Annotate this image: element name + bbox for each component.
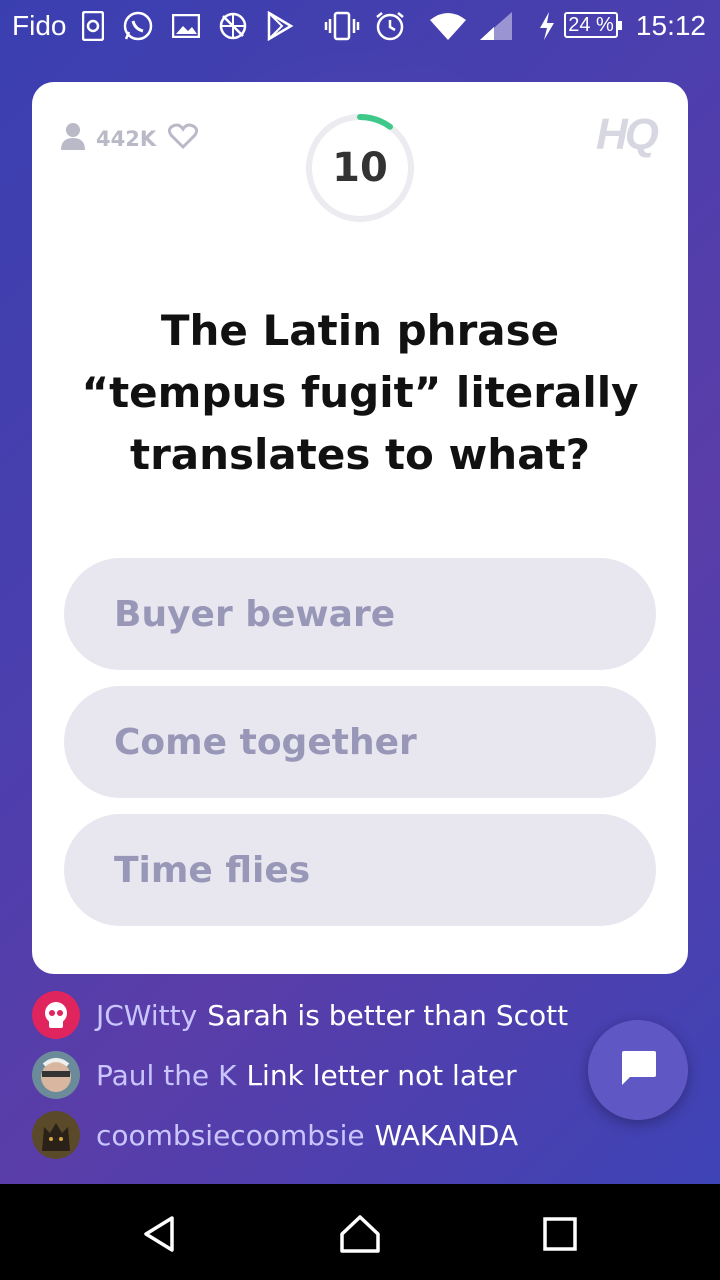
- home-icon: [340, 1215, 380, 1253]
- avatar: [32, 1051, 80, 1099]
- carrier-name: Fido: [12, 10, 67, 41]
- no-data-icon: [218, 10, 248, 42]
- question-card: 442K 10 HQ The Latin phrase “tempus fugi…: [32, 82, 688, 974]
- battery-indicator: 24 %: [564, 12, 622, 38]
- chat-text: Sarah is better than Scott: [207, 998, 569, 1032]
- chat-username: JCWitty: [96, 998, 198, 1032]
- answer-label: Come together: [114, 721, 417, 763]
- navigation-bar: [0, 1184, 720, 1280]
- vibrate-icon: [324, 10, 360, 42]
- chat-message: coombsiecoombsie WAKANDA: [32, 1110, 518, 1160]
- answer-label: Time flies: [114, 849, 311, 891]
- whatsapp-icon: [122, 10, 154, 42]
- chat-bubble-icon: [618, 1049, 658, 1091]
- answer-option-2[interactable]: Come together: [64, 686, 656, 798]
- answer-option-1[interactable]: Buyer beware: [64, 558, 656, 670]
- answer-label: Buyer beware: [114, 593, 396, 635]
- recents-icon: [543, 1217, 577, 1251]
- image-icon: [172, 10, 200, 42]
- clock: 15:12: [635, 10, 706, 41]
- question-text: The Latin phrase “tempus fugit” literall…: [81, 306, 639, 479]
- play-store-icon: [266, 10, 294, 42]
- sync-icon: [82, 10, 104, 42]
- chat-message: JCWitty Sarah is better than Scott: [32, 990, 568, 1040]
- charging-icon: [538, 10, 556, 42]
- status-bar: Fido 24 % 15:12: [0, 0, 720, 52]
- viewer-counter: 442K: [60, 122, 199, 155]
- countdown-timer: 10: [304, 112, 416, 224]
- wifi-icon: [428, 10, 468, 42]
- avatar: [32, 1111, 80, 1159]
- recents-button[interactable]: [530, 1204, 590, 1264]
- chat-text: WAKANDA: [374, 1118, 519, 1152]
- battery-level: 24 %: [568, 13, 614, 36]
- back-button[interactable]: [130, 1204, 190, 1264]
- heart-icon[interactable]: [168, 123, 199, 154]
- home-button[interactable]: [330, 1204, 390, 1264]
- viewer-count: 442K: [96, 126, 157, 151]
- chat-text: Link letter not later: [246, 1058, 517, 1092]
- skull-avatar-icon: [32, 991, 80, 1039]
- hq-logo: HQ: [596, 110, 659, 159]
- chat-message: Paul the K Link letter not later: [32, 1050, 517, 1100]
- person-icon: [60, 122, 86, 155]
- alarm-icon: [374, 10, 406, 42]
- chat-button[interactable]: [588, 1020, 688, 1120]
- timer-value: 10: [332, 145, 388, 191]
- chat-username: Paul the K: [96, 1058, 237, 1092]
- chat-username: coombsiecoombsie: [96, 1118, 365, 1152]
- back-icon: [144, 1216, 174, 1252]
- answer-option-3[interactable]: Time flies: [64, 814, 656, 926]
- signal-icon: [478, 10, 514, 42]
